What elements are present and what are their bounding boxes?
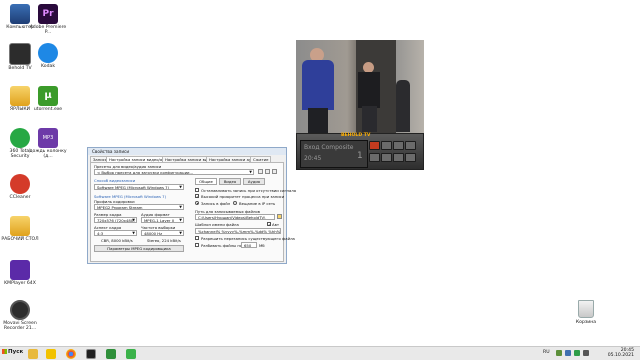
video-bitrate-text: CBR, 8000 kBit/s — [101, 238, 133, 243]
browse-folder-icon[interactable] — [277, 214, 282, 219]
play-button[interactable] — [393, 141, 404, 150]
tray-shield-icon[interactable] — [574, 350, 580, 356]
ccleaner-icon — [10, 174, 30, 194]
taskbar-app-yellow-icon[interactable] — [46, 349, 56, 359]
frame-size-select[interactable]: 720x576 (720x480) ▼ — [94, 217, 137, 223]
desktop-icon-desktop-folder[interactable]: РАБОЧИЙ СТОЛ — [0, 216, 40, 242]
behold-tv-control-panel: BEHOLD TV Вход Composite 20:45 1 — [296, 133, 424, 170]
snapshot-button[interactable] — [405, 141, 416, 150]
high-priority-checkbox[interactable]: ✓ — [195, 194, 199, 199]
taskbar: Пуск RU 20:45 05.10.2021 — [0, 346, 640, 360]
tv-brand-label: BEHOLD TV — [341, 133, 371, 138]
taskbar-green-app-icon[interactable] — [126, 349, 136, 359]
split-files-label: Разбивать файлы по — [201, 243, 243, 248]
recycle-bin-icon — [578, 300, 594, 318]
kmplayer-icon — [10, 260, 30, 280]
split-unit-label: Мб — [259, 243, 265, 248]
sample-rate-select[interactable]: 48000 Hz ▼ — [141, 230, 184, 236]
language-indicator[interactable]: RU — [543, 350, 550, 355]
record-to-file-label: Запись в файл — [201, 201, 231, 206]
recording-properties-dialog: Свойства записи Запись Настройка записи … — [87, 147, 296, 264]
ip-broadcast-label: Вещание в IP сеть — [239, 201, 276, 206]
audio-format-select[interactable]: MPEG-1 Layer II ▼ — [141, 217, 184, 223]
taskbar-explorer-icon[interactable] — [28, 349, 38, 359]
template-auto-label: Авт — [272, 222, 280, 227]
stop-on-no-signal-label: Останавливать запись при отсутствии сигн… — [201, 188, 297, 193]
video-person-right — [396, 80, 410, 132]
movavi-icon — [10, 300, 30, 320]
kodak-icon — [38, 43, 58, 63]
taskbar-chrome-icon[interactable] — [66, 349, 76, 359]
delete-preset-icon[interactable] — [272, 169, 277, 174]
folder-icon — [10, 216, 30, 236]
desktop-icon-mp3[interactable]: MP3 дождь колонку (д... — [28, 128, 68, 160]
split-size-input[interactable]: 650 — [241, 242, 257, 248]
lcd-channel: Вход Composite — [304, 144, 354, 151]
split-files-checkbox[interactable] — [195, 243, 199, 247]
right-tab-general[interactable]: Общие — [195, 178, 217, 185]
tray-network-icon[interactable] — [556, 350, 562, 356]
dialog-titlebar[interactable]: Свойства записи — [88, 148, 286, 155]
start-button[interactable]: Пуск — [2, 349, 23, 355]
lcd-time: 20:45 — [304, 155, 322, 162]
preset-select[interactable]: < Выбор пресета для загрузки конфигураци… — [94, 169, 254, 175]
template-input[interactable]: %channel% %yyyy%-%mm%-%dd% %hh%-%nn% — [195, 228, 281, 234]
windows-flag-icon — [2, 349, 7, 354]
tray-volume-icon[interactable] — [583, 350, 589, 356]
open-preset-icon[interactable] — [265, 169, 270, 174]
desktop-icon-premiere[interactable]: Pr Adobe Premiere P... — [28, 4, 68, 36]
volume-up-button[interactable] — [381, 153, 392, 162]
aspect-select[interactable]: 4:3 ▼ — [94, 230, 137, 236]
360-security-icon — [10, 128, 30, 148]
overwrite-label: Разрешить перезапись существующего файла — [201, 236, 295, 241]
desktop-icon-kodak[interactable]: Kodak — [28, 43, 68, 69]
stop-button[interactable] — [381, 141, 392, 150]
folder-icon — [10, 86, 30, 106]
record-button[interactable] — [369, 141, 380, 150]
clock[interactable]: 20:45 05.10.2021 — [608, 348, 634, 358]
volume-down-button[interactable] — [369, 153, 380, 162]
high-priority-label: Высокий приоритет процесса при записи — [201, 194, 285, 199]
save-preset-icon[interactable] — [258, 169, 263, 174]
adobe-premiere-icon: Pr — [38, 4, 58, 24]
template-label: Шаблон имени файла — [195, 222, 239, 227]
video-person-dark — [358, 62, 380, 132]
tv-video-preview[interactable] — [296, 40, 424, 133]
desktop-icon-kmplayer[interactable]: KMPlayer 64X — [0, 260, 40, 286]
template-auto-checkbox[interactable]: ✓ — [267, 222, 271, 227]
path-input[interactable]: C:\Users\Нуршан\Videos\BeholdTV\ — [195, 214, 275, 220]
utorrent-icon: µ — [38, 86, 58, 106]
right-tab-audio[interactable]: Аудио — [243, 178, 265, 185]
overwrite-checkbox[interactable] — [195, 236, 199, 240]
channel-down-button[interactable] — [393, 153, 404, 162]
right-tab-video[interactable]: Видео — [219, 178, 241, 185]
video-person-blue-jacket — [302, 48, 334, 133]
desktop-icon-movavi[interactable]: Movavi Screen Recorder 21... — [0, 300, 40, 332]
stop-on-no-signal-checkbox[interactable] — [195, 188, 199, 192]
desktop-icon-utorrent[interactable]: µ utorrent.exe — [28, 86, 68, 112]
desktop-icon-ccleaner[interactable]: CCleaner — [0, 174, 40, 200]
computer-icon — [10, 4, 30, 24]
video-source-select[interactable]: Software MPEG (Microsoft Windows 7) ▼ — [94, 184, 184, 190]
lcd-number: 1 — [357, 151, 363, 161]
mp3-file-icon: MP3 — [38, 128, 58, 148]
dialog-tab-pane: Пресеты для видео/аудио записи < Выбор п… — [90, 162, 296, 262]
tray-app-icon[interactable] — [565, 350, 571, 356]
channel-up-button[interactable] — [405, 153, 416, 162]
desktop-icon-recycle-bin[interactable]: Корзина — [568, 300, 604, 325]
video-source-label: Способ видеозаписи — [94, 178, 136, 183]
tv-lcd-display: Вход Composite 20:45 1 — [300, 140, 368, 168]
taskbar-behold-tv-icon[interactable] — [86, 349, 96, 359]
audio-bitrate-text: Stereo, 224 kBit/s — [147, 238, 181, 243]
clock-date: 05.10.2021 — [607, 353, 634, 359]
dialog-title: Свойства записи — [92, 149, 130, 154]
taskbar-movavi-icon[interactable] — [106, 349, 116, 359]
encoder-params-button[interactable]: Параметры MPEG кодировщика — [94, 245, 184, 252]
profile-select[interactable]: MPEG2 Program Stream ▼ — [94, 204, 184, 210]
ip-broadcast-radio[interactable] — [233, 201, 237, 205]
record-to-file-radio[interactable] — [195, 201, 199, 205]
